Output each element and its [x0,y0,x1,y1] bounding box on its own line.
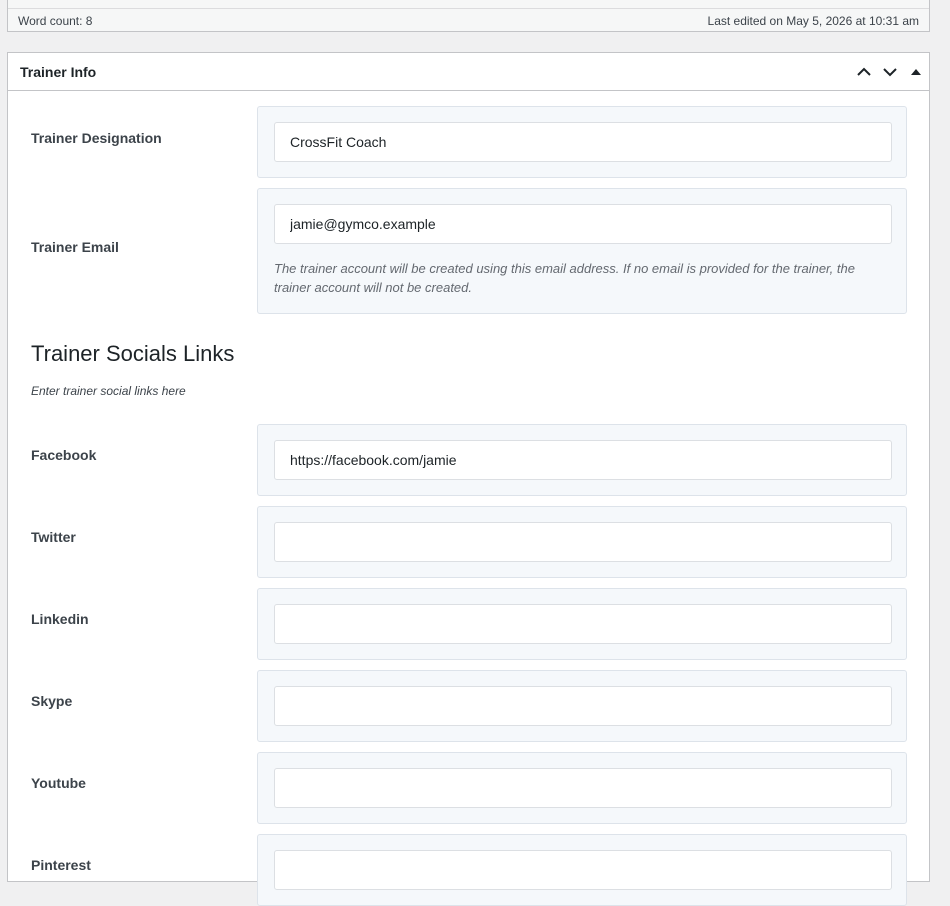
toggle-panel-button[interactable] [903,53,929,91]
facebook-label: Facebook [31,447,97,463]
linkedin-input[interactable] [274,604,892,644]
socials-heading: Trainer Socials Links [31,341,235,366]
editor-status-bar: Word count: 8 Last edited on May 5, 2026… [7,0,930,32]
triangle-up-icon [911,68,921,75]
skype-field-box [257,670,907,742]
twitter-label: Twitter [31,529,76,545]
word-count: Word count: 8 [18,13,93,28]
chevron-up-icon [857,67,871,76]
metabox-header: Trainer Info [8,53,929,91]
email-field-box: The trainer account will be created usin… [257,188,907,314]
move-down-button[interactable] [877,53,903,91]
pinterest-label: Pinterest [31,857,91,873]
linkedin-field-box [257,588,907,660]
pinterest-field-box [257,834,907,906]
move-up-button[interactable] [851,53,877,91]
email-label: Trainer Email [31,239,119,255]
handle-actions [851,53,929,90]
linkedin-label: Linkedin [31,611,89,627]
pinterest-input[interactable] [274,850,892,890]
designation-label: Trainer Designation [31,130,162,146]
facebook-field-box [257,424,907,496]
email-description: The trainer account will be created usin… [274,261,855,295]
designation-input[interactable] [274,122,892,162]
trainer-info-metabox: Trainer Info Trainer Designation CrossFi… [7,52,930,906]
status-bar-row: Word count: 8 Last edited on May 5, 2026… [8,8,929,32]
last-edited: Last edited on May 5, 2026 at 10:31 am [707,13,919,28]
socials-subheading: Enter trainer social links here [31,384,186,398]
youtube-label: Youtube [31,775,86,791]
facebook-input[interactable] [274,440,892,480]
skype-label: Skype [31,693,73,709]
youtube-input[interactable] [274,768,892,808]
skype-input[interactable] [274,686,892,726]
youtube-field-box [257,752,907,824]
metabox-title: Trainer Info [20,63,97,80]
chevron-down-icon [883,67,897,76]
twitter-input[interactable] [274,522,892,562]
twitter-field-box [257,506,907,578]
designation-field-box [257,106,907,178]
email-input[interactable] [274,204,892,244]
